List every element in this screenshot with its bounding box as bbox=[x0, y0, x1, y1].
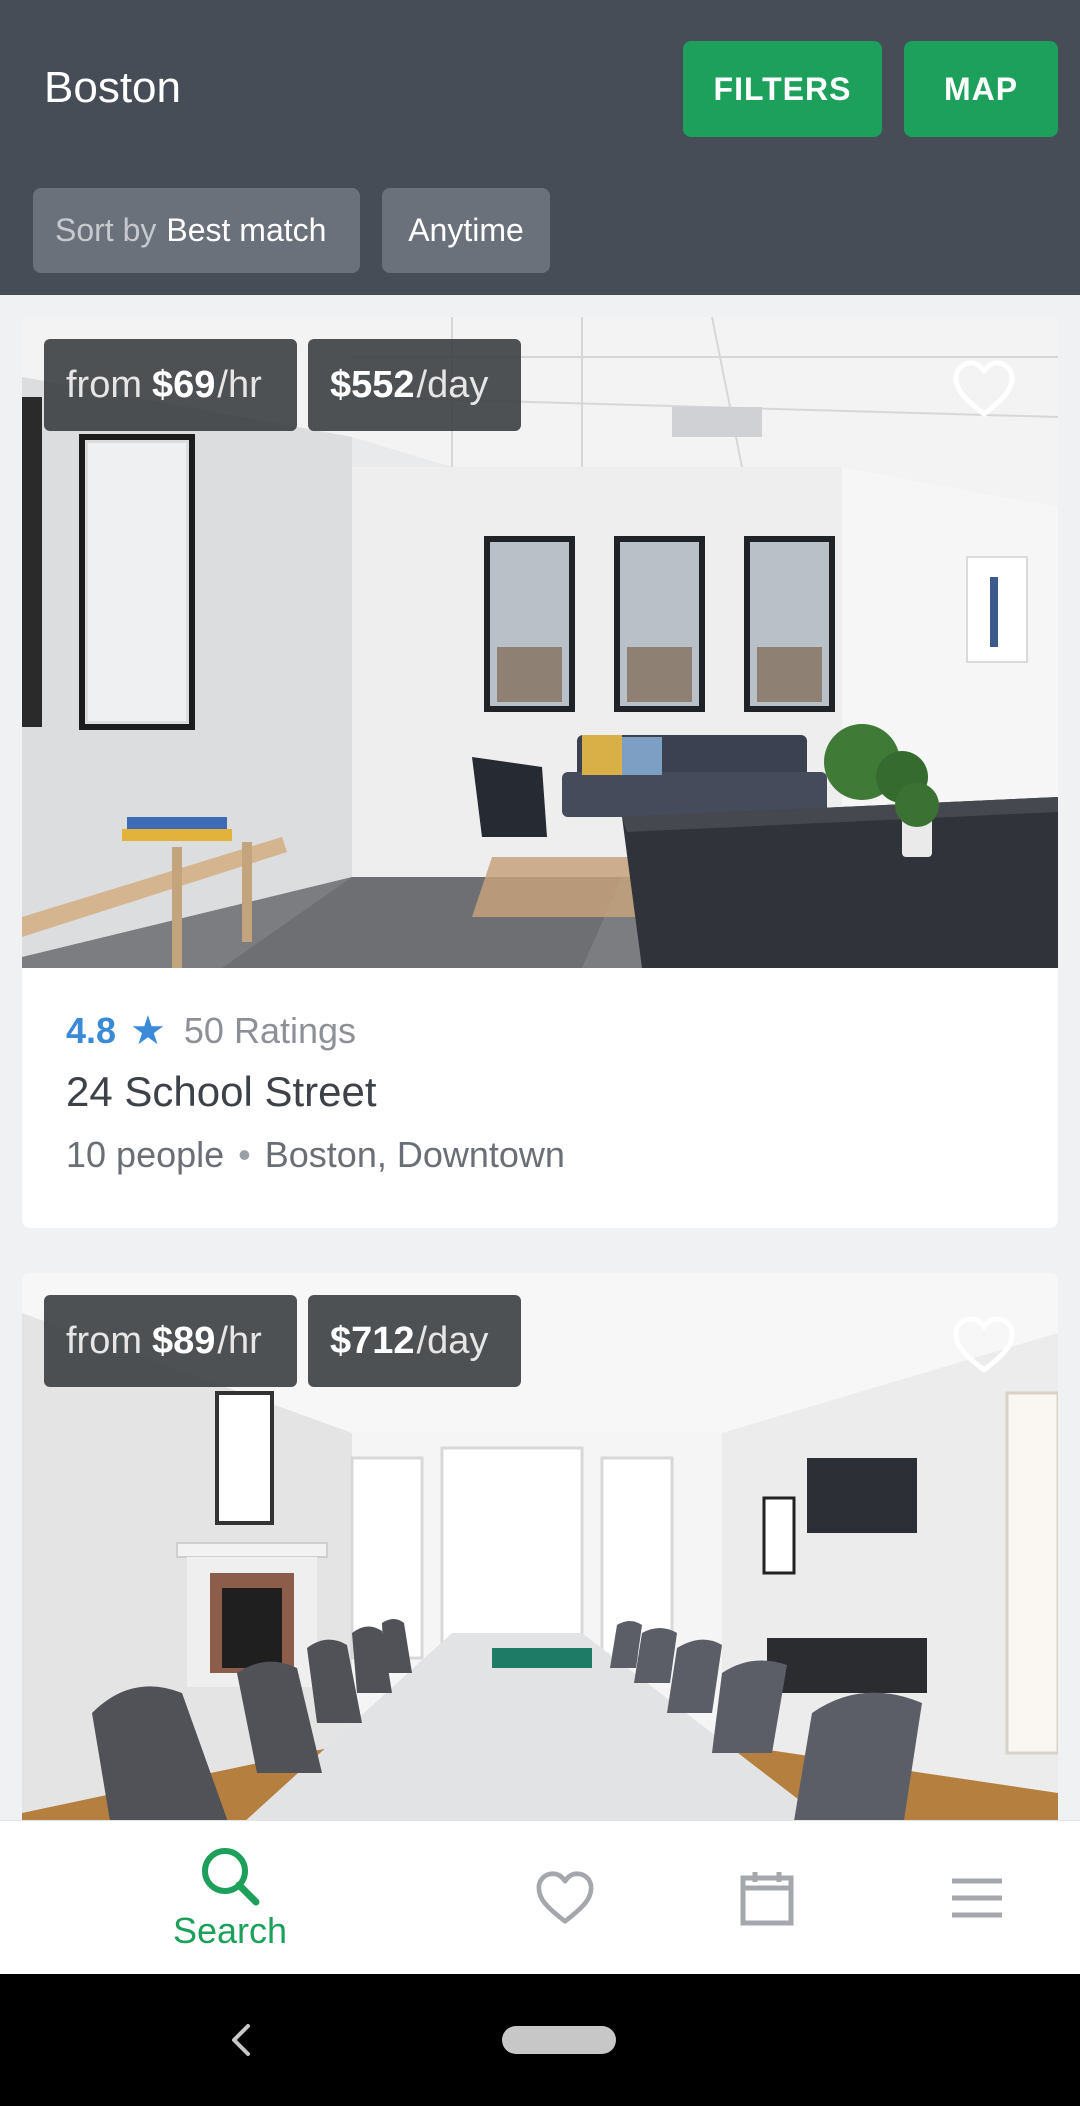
listing-meta: 10 people • Boston, Downtown bbox=[66, 1134, 565, 1176]
price-per-hour: from $89 /hr bbox=[44, 1295, 297, 1387]
system-nav-bar bbox=[0, 1974, 1080, 2106]
back-icon[interactable] bbox=[220, 2010, 260, 2070]
nav-search[interactable]: Search bbox=[150, 1821, 310, 1975]
price-day-unit: /day bbox=[416, 1319, 489, 1362]
listing-card[interactable]: from $89 /hr $712 /day bbox=[22, 1273, 1058, 1833]
listing-card[interactable]: from $69 /hr $552 /day 4.8 ★ 50 Ratings … bbox=[22, 317, 1058, 1228]
price-hour-unit: /hr bbox=[217, 1319, 262, 1362]
star-icon: ★ bbox=[130, 1009, 166, 1053]
search-icon bbox=[202, 1848, 260, 1906]
price-hour-value: $69 bbox=[152, 363, 216, 406]
ratings-count: 50 Ratings bbox=[183, 1010, 357, 1051]
price-day-value: $712 bbox=[330, 1319, 415, 1362]
price-day-value: $552 bbox=[330, 363, 415, 406]
heart-icon[interactable] bbox=[952, 359, 1016, 419]
heart-icon[interactable] bbox=[952, 1315, 1016, 1375]
listing-location: Boston, Downtown bbox=[264, 1134, 565, 1175]
price-prefix: from bbox=[66, 1319, 142, 1362]
separator-dot: • bbox=[238, 1134, 251, 1175]
calendar-icon bbox=[740, 1872, 794, 1926]
price-day-unit: /day bbox=[416, 363, 489, 406]
price-per-day: $552 /day bbox=[308, 339, 521, 431]
listing-info: 4.8 ★ 50 Ratings 24 School Street 10 peo… bbox=[22, 968, 1058, 1228]
price-per-day: $712 /day bbox=[308, 1295, 521, 1387]
nav-search-label: Search bbox=[172, 1910, 288, 1951]
time-chip[interactable]: Anytime bbox=[382, 188, 550, 273]
sort-chip[interactable]: Sort by Best match bbox=[33, 188, 360, 273]
price-prefix: from bbox=[66, 363, 142, 406]
listing-title: 24 School Street bbox=[66, 1068, 377, 1115]
heart-icon bbox=[536, 1871, 594, 1924]
menu-icon bbox=[952, 1878, 1002, 1918]
nav-bookings[interactable] bbox=[722, 1821, 812, 1975]
listing-photo: from $69 /hr $552 /day bbox=[22, 317, 1058, 968]
rating-value: 4.8 bbox=[66, 1010, 117, 1051]
rating-row: 4.8 ★ 50 Ratings bbox=[66, 1008, 356, 1054]
nav-menu[interactable] bbox=[932, 1821, 1022, 1975]
listing-photo: from $89 /hr $712 /day bbox=[22, 1273, 1058, 1833]
map-button[interactable]: MAP bbox=[904, 41, 1058, 137]
nav-favorites[interactable] bbox=[520, 1821, 610, 1975]
header: Boston FILTERS MAP Sort by Best match An… bbox=[0, 0, 1080, 295]
price-per-hour: from $69 /hr bbox=[44, 339, 297, 431]
price-hour-unit: /hr bbox=[217, 363, 262, 406]
home-button[interactable] bbox=[502, 2026, 616, 2054]
bottom-nav: Search bbox=[0, 1820, 1080, 1974]
listing-capacity: 10 people bbox=[66, 1134, 225, 1175]
filters-button[interactable]: FILTERS bbox=[683, 41, 882, 137]
price-hour-value: $89 bbox=[152, 1319, 216, 1362]
city-title[interactable]: Boston bbox=[44, 60, 181, 116]
sort-value: Best match bbox=[166, 212, 327, 248]
sort-prefix: Sort by bbox=[55, 212, 157, 248]
